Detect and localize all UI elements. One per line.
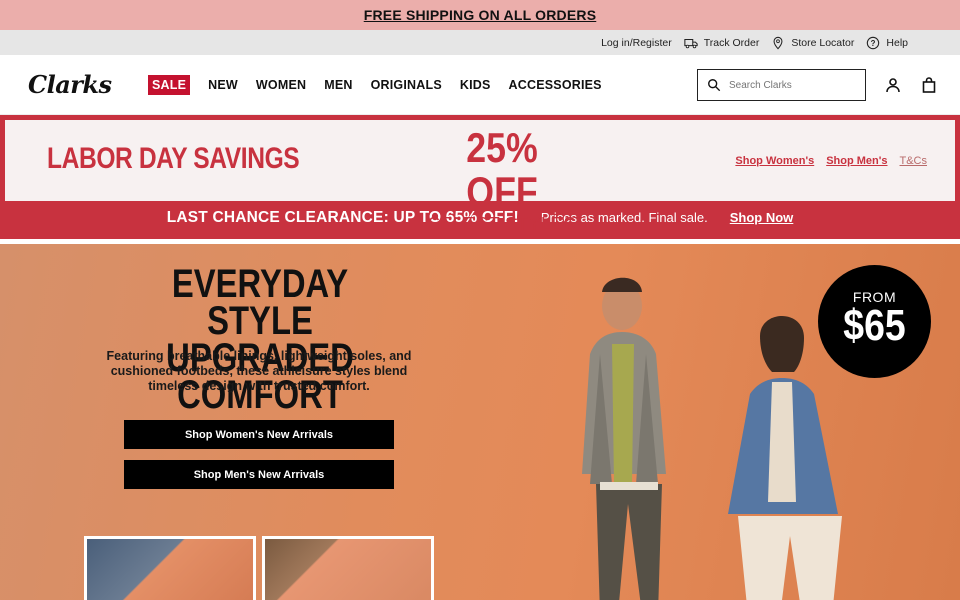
track-order-label: Track Order bbox=[703, 36, 760, 49]
search-box[interactable] bbox=[697, 69, 866, 101]
store-locator-link[interactable]: Store Locator bbox=[771, 36, 854, 50]
account-icon[interactable] bbox=[885, 77, 901, 93]
hero-banner: EVERYDAY STYLE UPGRADED COMFORT Featurin… bbox=[0, 244, 960, 600]
nav-sale[interactable]: SALE bbox=[148, 74, 191, 95]
shop-mens-sale-link[interactable]: Shop Men's bbox=[826, 155, 887, 167]
help-link[interactable]: ? Help bbox=[866, 36, 908, 50]
product-thumbnail-women[interactable] bbox=[84, 536, 256, 600]
nav-accessories[interactable]: ACCESSORIES bbox=[509, 78, 602, 92]
product-thumbnail-men[interactable] bbox=[262, 536, 434, 600]
sneaker-image bbox=[87, 539, 253, 600]
shopping-bag-icon[interactable] bbox=[921, 77, 937, 93]
track-order-link[interactable]: Track Order bbox=[684, 36, 760, 50]
login-link[interactable]: Log in/Register bbox=[601, 37, 672, 49]
shop-womens-sale-link[interactable]: Shop Women's bbox=[735, 155, 814, 167]
sneaker-image bbox=[265, 539, 431, 600]
nav-kids[interactable]: KIDS bbox=[460, 78, 491, 92]
shop-mens-new-arrivals-button[interactable]: Shop Men's New Arrivals bbox=[124, 460, 394, 489]
hero-description: Featuring breathable linings, lightweigh… bbox=[106, 349, 412, 393]
offer-percent: 25% OFF bbox=[466, 124, 538, 215]
nav-women[interactable]: WOMEN bbox=[256, 78, 306, 92]
sale-links: Shop Women's Shop Men's T&Cs bbox=[735, 155, 927, 167]
nav-men[interactable]: MEN bbox=[324, 78, 352, 92]
nav-new[interactable]: NEW bbox=[208, 78, 238, 92]
labor-day-panel: LABOR DAY SAVINGS 25% OFF SELECT STYLES … bbox=[5, 120, 955, 234]
login-label: Log in/Register bbox=[601, 36, 672, 49]
nav-originals[interactable]: ORIGINALS bbox=[371, 78, 442, 92]
search-input[interactable] bbox=[729, 79, 849, 91]
free-shipping-link[interactable]: FREE SHIPPING ON ALL ORDERS bbox=[364, 7, 597, 23]
clarks-logo[interactable]: Clarks bbox=[28, 70, 148, 99]
promo-strip: FREE SHIPPING ON ALL ORDERS bbox=[0, 0, 960, 30]
badge-price: $65 bbox=[843, 301, 906, 350]
terms-link[interactable]: T&Cs bbox=[900, 155, 928, 167]
utility-bar: Log in/Register Track Order Store Locato… bbox=[0, 30, 960, 55]
hero-title-line1: EVERYDAY STYLE bbox=[171, 262, 349, 343]
labor-day-headline: LABOR DAY SAVINGS bbox=[47, 142, 300, 175]
offer-subtitle: SELECT STYLES bbox=[428, 214, 576, 234]
models-image bbox=[582, 277, 842, 600]
price-badge: FROM $65 bbox=[818, 265, 931, 378]
shop-womens-new-arrivals-button[interactable]: Shop Women's New Arrivals bbox=[124, 420, 394, 449]
main-nav: SALE NEW WOMEN MEN ORIGINALS KIDS ACCESS… bbox=[148, 74, 602, 95]
main-header: Clarks SALE NEW WOMEN MEN ORIGINALS KIDS… bbox=[0, 55, 960, 115]
help-circle-icon: ? bbox=[867, 36, 880, 49]
store-locator-label: Store Locator bbox=[791, 36, 855, 49]
search-icon bbox=[708, 79, 721, 92]
svg-text:?: ? bbox=[871, 39, 876, 48]
location-pin-icon bbox=[773, 36, 783, 49]
help-label: Help bbox=[886, 36, 908, 49]
offer-block: 25% OFF SELECT STYLES bbox=[417, 124, 587, 235]
clearance-shop-now-link[interactable]: Shop Now bbox=[730, 210, 794, 225]
labor-day-banner: LABOR DAY SAVINGS 25% OFF SELECT STYLES … bbox=[0, 115, 960, 239]
truck-icon bbox=[684, 38, 698, 48]
